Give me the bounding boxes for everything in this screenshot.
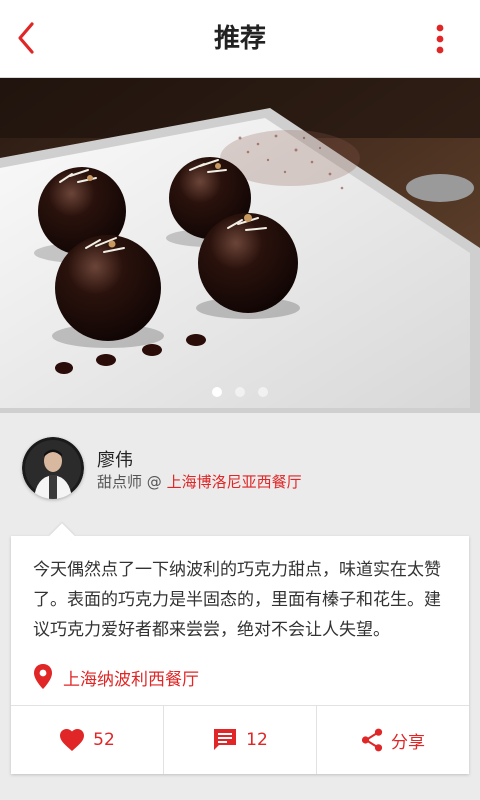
more-options-button[interactable] (420, 22, 460, 58)
heart-icon (60, 729, 85, 751)
author-section: 廖伟 甜点师 @ 上海博洛尼亚西餐厅 (0, 413, 480, 523)
comment-count: 12 (246, 730, 268, 750)
share-label: 分享 (391, 732, 425, 753)
action-bar: 52 12 分享 (11, 706, 469, 774)
share-button[interactable]: 分享 (316, 706, 469, 774)
page-title: 推荐 (213, 24, 266, 54)
share-icon (361, 728, 383, 752)
author-name: 廖伟 (97, 450, 133, 471)
dessert-photo (0, 78, 480, 413)
more-vert-icon (436, 24, 444, 54)
like-count: 52 (93, 730, 115, 750)
carousel-dot[interactable] (258, 387, 269, 397)
comment-button[interactable]: 12 (163, 706, 316, 774)
comment-icon (214, 729, 237, 750)
card-pointer (49, 523, 75, 549)
location-label: 上海纳波利西餐厅 (63, 670, 199, 690)
photo-carousel[interactable] (0, 78, 480, 413)
author-title: 甜点师 @ (97, 473, 162, 491)
top-bar: 推荐 (0, 0, 480, 78)
carousel-dot[interactable] (211, 387, 222, 397)
carousel-dot[interactable] (235, 387, 245, 397)
chef-avatar-image (22, 437, 84, 499)
post-card: 今天偶然点了一下纳波利的巧克力甜点，味道实在太赞了。表面的巧克力是半固态的，里面… (11, 523, 469, 774)
carousel-indicator (0, 382, 480, 401)
post-text: 今天偶然点了一下纳波利的巧克力甜点，味道实在太赞了。表面的巧克力是半固态的，里面… (33, 560, 441, 640)
location-pin-icon (34, 664, 52, 689)
restaurant-link[interactable]: 上海博洛尼亚西餐厅 (167, 473, 302, 491)
avatar[interactable] (22, 437, 84, 499)
author-role: 甜点师 @ 上海博洛尼亚西餐厅 (97, 471, 302, 492)
like-button[interactable]: 52 (11, 706, 163, 774)
